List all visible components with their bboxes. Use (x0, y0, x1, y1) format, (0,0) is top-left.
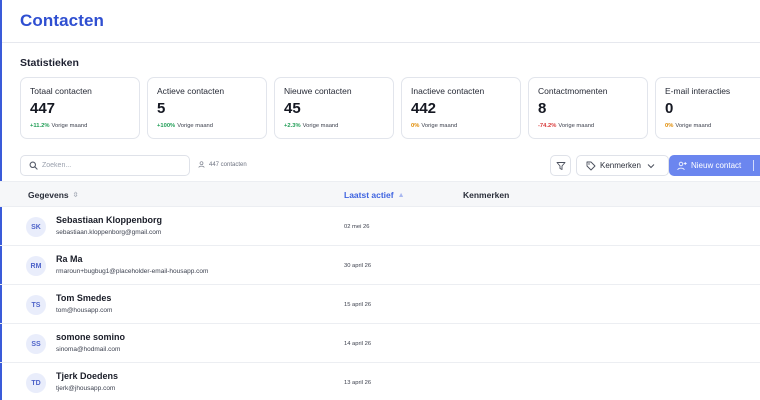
search-icon (29, 161, 38, 170)
table-row[interactable]: TS Tom Smedes tom@housapp.com 15 april 2… (0, 285, 760, 324)
filter-icon (556, 161, 565, 170)
contact-name: Tjerk Doedens (56, 371, 119, 381)
user-icon (198, 161, 205, 168)
contacts-toolbar: 447 contacten Kenmerken Nieuw contact (20, 155, 760, 177)
contact-count-label: 447 contacten (209, 161, 247, 168)
contact-count: 447 contacten (198, 161, 247, 168)
stat-label: Inactieve contacten (411, 86, 485, 96)
stat-value: 8 (538, 100, 547, 117)
stat-comparison: +11.2% Vorige maand (30, 123, 139, 129)
contact-name: Ra Ma (56, 254, 83, 264)
stat-trend: -74.2% (538, 123, 557, 129)
stat-period: Vorige maand (177, 123, 213, 129)
last-active-date: 30 april 26 (344, 263, 372, 269)
stat-card-new: Nieuwe contacten 45 +2.3% Vorige maand (274, 77, 394, 139)
table-header: Gegevens ⇳ Laatst actief ▲ Kenmerken (0, 181, 760, 207)
filter-button[interactable] (550, 155, 571, 176)
column-header-label: Kenmerken (463, 190, 510, 200)
column-header-label: Gegevens (28, 190, 69, 200)
add-user-icon (677, 161, 687, 170)
search-box[interactable] (20, 155, 190, 176)
contact-email: sebastiaan.kloppenborg@gmail.com (56, 229, 162, 236)
avatar: SS (26, 334, 46, 354)
stat-period: Vorige maand (421, 123, 458, 129)
contact-email: rmaroun+bugbug1@placeholder-email-housap… (56, 268, 209, 275)
stat-comparison: +100% Vorige maand (157, 123, 266, 129)
stat-value: 442 (411, 100, 437, 117)
contact-name: somone somino (56, 332, 126, 342)
table-row[interactable]: SS somone somino sinoma@hodmail.com 14 a… (0, 324, 760, 363)
stat-trend: +11.2% (30, 123, 50, 129)
table-row[interactable]: SK Sebastiaan Kloppenborg sebastiaan.klo… (0, 207, 760, 246)
contact-email: sinoma@hodmail.com (56, 346, 121, 353)
contact-email: tjerk@jhousapp.com (56, 385, 116, 392)
stat-label: E-mail interacties (665, 86, 731, 96)
stat-trend: +100% (157, 123, 176, 129)
column-header-last-active[interactable]: Laatst actief ▲ (344, 190, 405, 200)
contact-name: Tom Smedes (56, 293, 112, 303)
column-header-label: Laatst actief (344, 190, 394, 200)
stat-trend: +2.3% (284, 123, 301, 129)
page-title: Contacten (20, 11, 105, 30)
stat-card-email-interactions: E-mail interacties 0 0% Vorige maand (655, 77, 760, 139)
stats-cards: Totaal contacten 447 +11.2% Vorige maand … (20, 77, 760, 139)
stat-value: 447 (30, 100, 56, 117)
stat-label: Nieuwe contacten (284, 86, 352, 96)
new-contact-label: Nieuw contact (691, 161, 742, 170)
last-active-date: 02 mei 26 (344, 224, 370, 230)
stat-period: Vorige maand (558, 123, 595, 129)
button-divider (753, 160, 754, 171)
avatar: TD (26, 373, 46, 393)
last-active-date: 13 april 26 (344, 380, 372, 386)
stat-comparison: +2.3% Vorige maand (284, 123, 393, 129)
stat-value: 45 (284, 100, 301, 117)
stat-period: Vorige maand (51, 123, 88, 129)
last-active-date: 15 april 26 (344, 302, 372, 308)
sort-icon: ⇳ (72, 192, 79, 199)
avatar: RM (26, 256, 46, 276)
stat-card-total: Totaal contacten 447 +11.2% Vorige maand (20, 77, 140, 139)
stat-trend: 0% (411, 123, 420, 129)
avatar: SK (26, 217, 46, 237)
sort-ascending-icon: ▲ (397, 191, 405, 199)
stat-card-active: Actieve contacten 5 +100% Vorige maand (147, 77, 267, 139)
table-row[interactable]: RM Ra Ma rmaroun+bugbug1@placeholder-ema… (0, 246, 760, 285)
contact-name: Sebastiaan Kloppenborg (56, 215, 163, 225)
stat-comparison: 0% Vorige maand (411, 123, 520, 129)
stat-value: 0 (665, 100, 674, 117)
tags-dropdown-label: Kenmerken (600, 161, 641, 170)
stat-label: Totaal contacten (30, 86, 92, 96)
avatar: TS (26, 295, 46, 315)
stat-trend: 0% (665, 123, 674, 129)
stat-period: Vorige maand (302, 123, 339, 129)
column-header-details[interactable]: Gegevens ⇳ (28, 190, 79, 200)
search-input[interactable] (42, 162, 182, 169)
stat-card-contact-moments: Contactmomenten 8 -74.2% Vorige maand (528, 77, 648, 139)
stat-label: Contactmomenten (538, 86, 608, 96)
stat-period: Vorige maand (675, 123, 712, 129)
stat-label: Actieve contacten (157, 86, 225, 96)
table-row[interactable]: TD Tjerk Doedens tjerk@jhousapp.com 13 a… (0, 363, 760, 400)
contact-email: tom@housapp.com (56, 307, 113, 314)
stats-section-title: Statistieken (20, 57, 79, 69)
tags-dropdown[interactable]: Kenmerken (576, 155, 669, 176)
stat-comparison: -74.2% Vorige maand (538, 123, 647, 129)
tag-icon (586, 161, 596, 170)
last-active-date: 14 april 26 (344, 341, 372, 347)
column-header-tags: Kenmerken (463, 190, 509, 200)
chevron-down-icon (647, 163, 655, 168)
stat-card-inactive: Inactieve contacten 442 0% Vorige maand (401, 77, 521, 139)
stat-value: 5 (157, 100, 166, 117)
page-header: Contacten (0, 0, 760, 43)
new-contact-button[interactable]: Nieuw contact (669, 155, 760, 176)
stat-comparison: 0% Vorige maand (665, 123, 760, 129)
